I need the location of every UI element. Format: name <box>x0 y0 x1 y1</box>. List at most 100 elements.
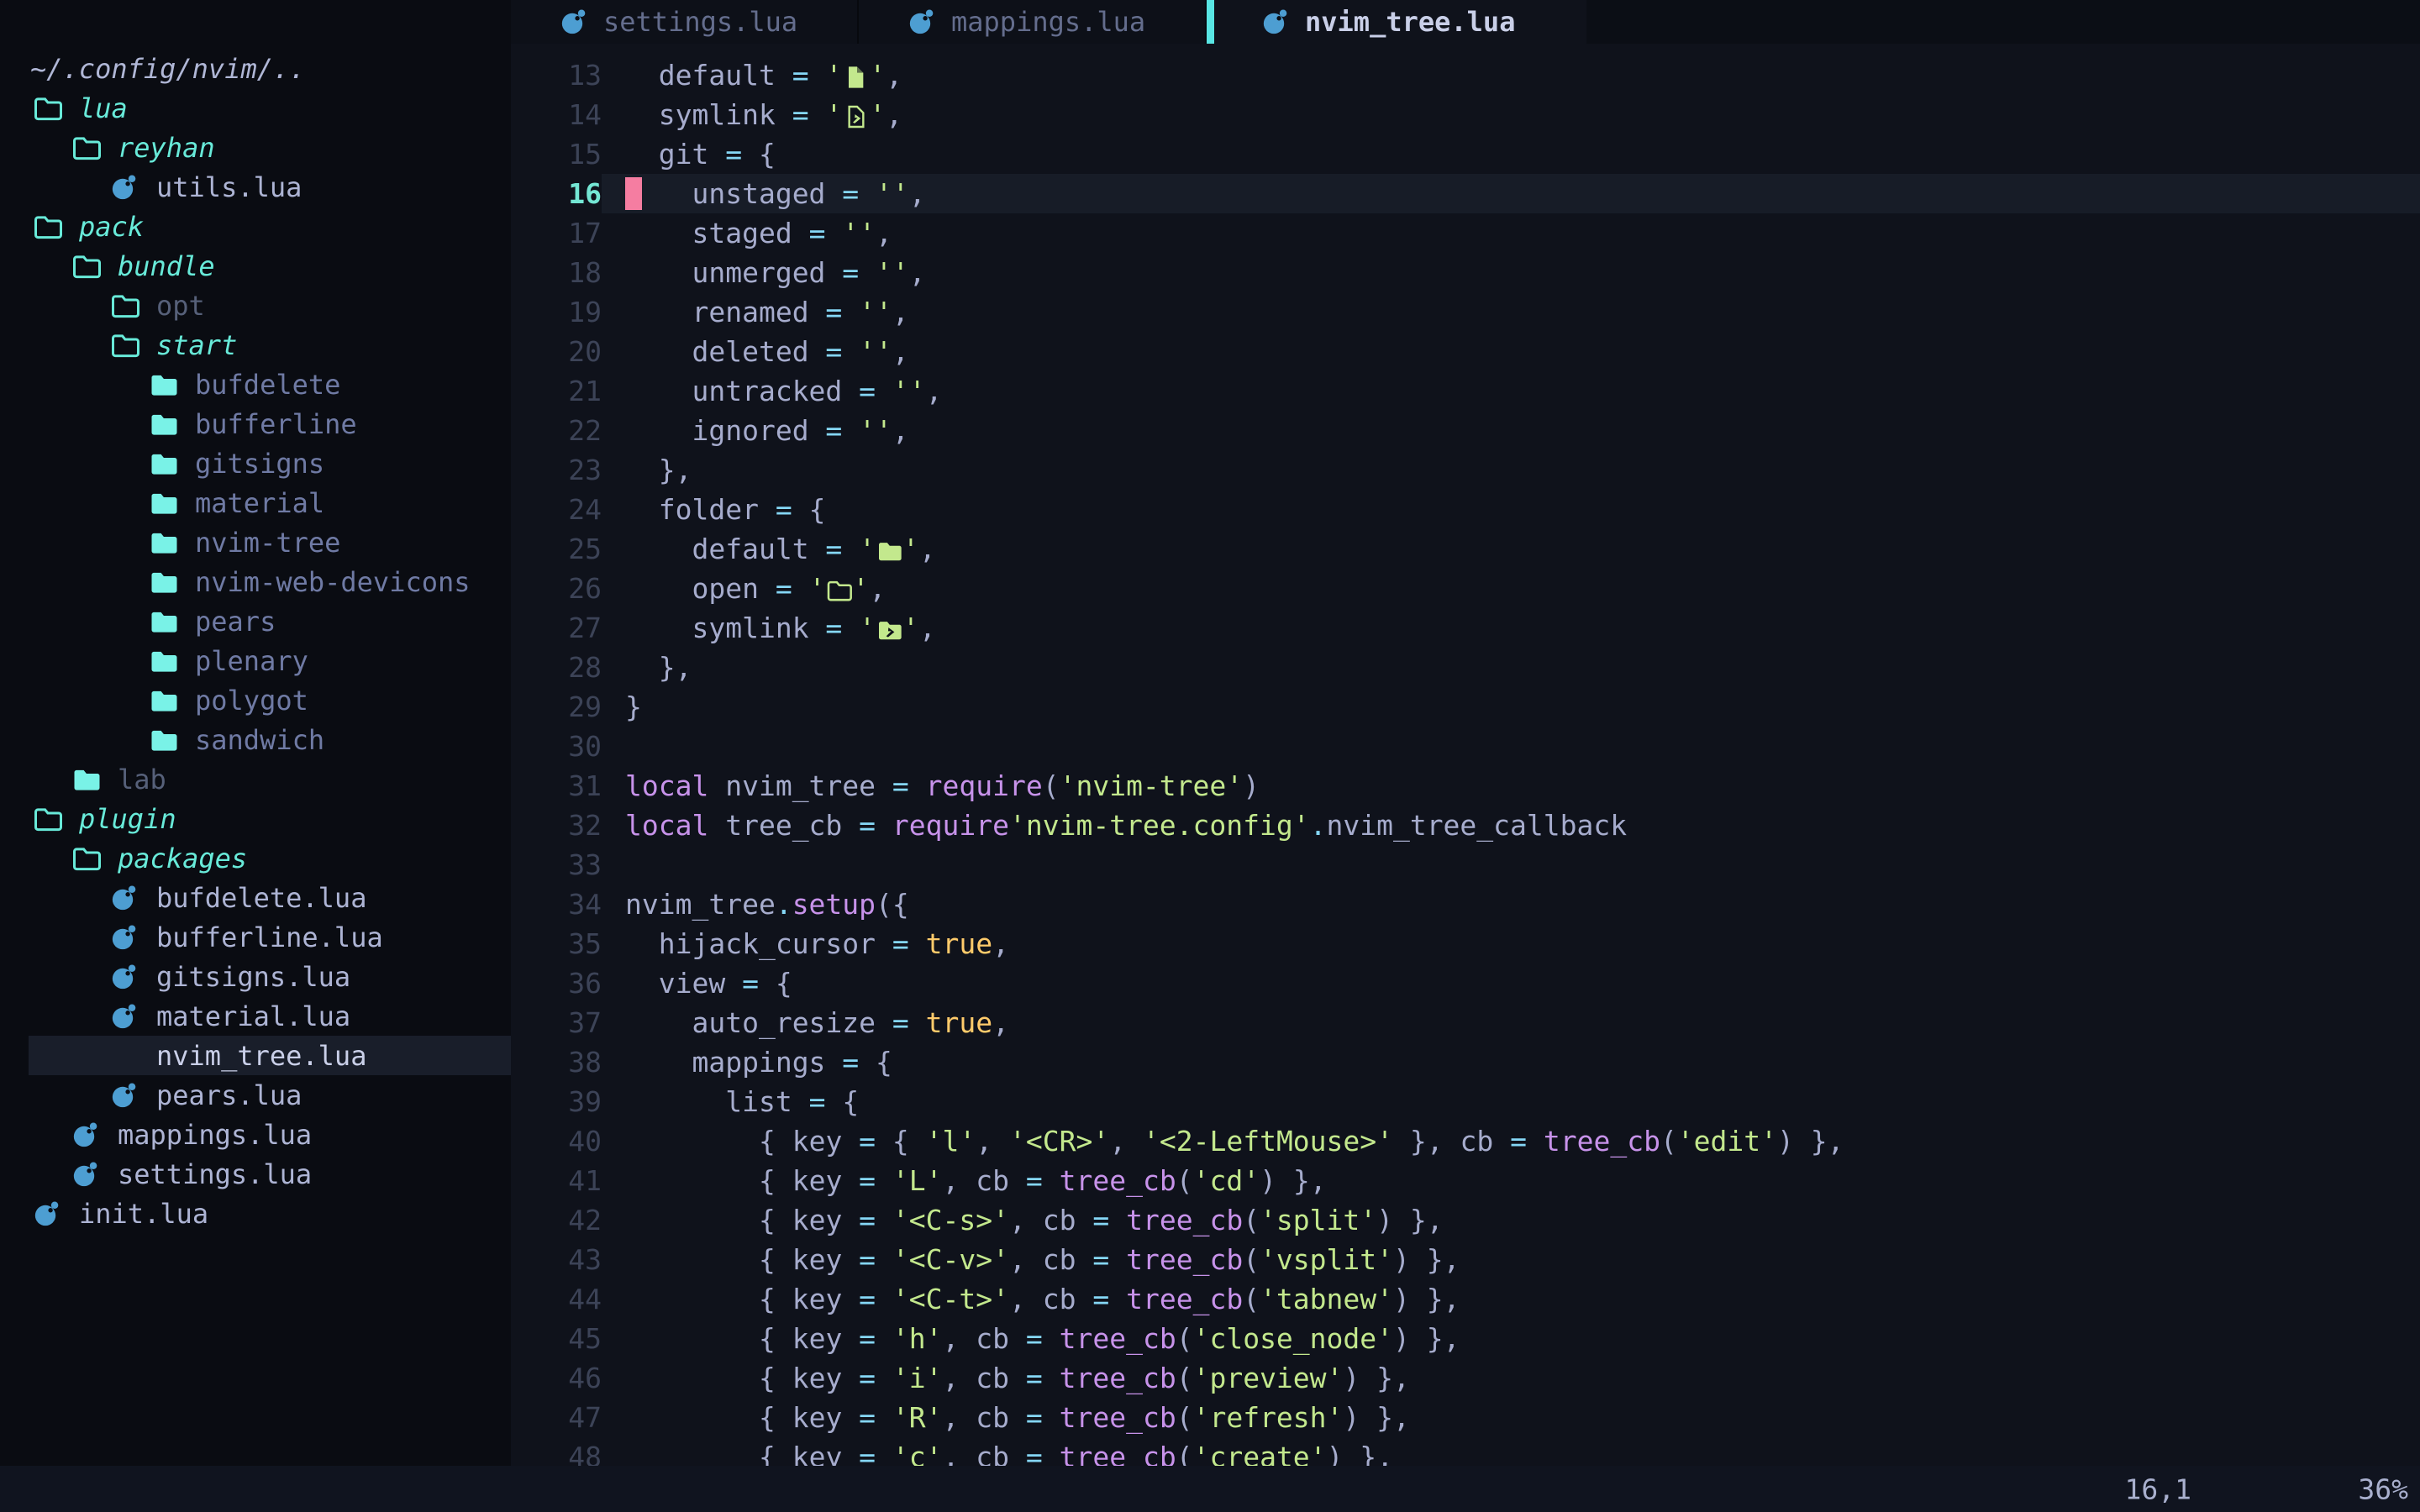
code-line-41[interactable]: 41 { key = 'L', cb = tree_cb('cd') }, <box>511 1161 2420 1200</box>
tree-item-settings.lua[interactable]: settings.lua <box>0 1154 511 1194</box>
tab-bar: settings.luamappings.luanvim_tree.lua <box>511 0 2420 44</box>
code-line-21[interactable]: 21 untracked = '', <box>511 371 2420 411</box>
code-line-text: hijack_cursor = true, <box>602 924 2420 963</box>
tree-item-mappings.lua[interactable]: mappings.lua <box>0 1115 511 1154</box>
file-tree-sidebar: ~/.config/nvim/..luareyhanutils.luapackb… <box>0 0 511 1466</box>
code-line-30[interactable]: 30 <box>511 727 2420 766</box>
code-line-23[interactable]: 23 }, <box>511 450 2420 490</box>
code-line-48[interactable]: 48 { key = 'c', cb = tree_cb('create') }… <box>511 1437 2420 1466</box>
code-line-40[interactable]: 40 { key = { 'l', '<CR>', '<2-LeftMouse>… <box>511 1121 2420 1161</box>
code-line-36[interactable]: 36 view = { <box>511 963 2420 1003</box>
code-line-14[interactable]: 14 symlink = '', <box>511 95 2420 134</box>
tree-item-bundle[interactable]: bundle <box>0 246 511 286</box>
folder-outline-icon <box>108 289 141 323</box>
tree-item-pears[interactable]: pears <box>0 601 511 641</box>
tree-item-plugin[interactable]: plugin <box>0 799 511 838</box>
tree-item-label: gitsigns <box>195 448 324 480</box>
tree-item-label: nvim-web-devicons <box>195 566 471 598</box>
line-number: 35 <box>511 924 602 963</box>
code-line-29[interactable]: 29} <box>511 687 2420 727</box>
code-line-25[interactable]: 25 default = '', <box>511 529 2420 569</box>
code-line-27[interactable]: 27 symlink = '', <box>511 608 2420 648</box>
editor-buffer[interactable]: 13 default = '',14 symlink = '',15 git =… <box>511 44 2420 1466</box>
tree-item-start[interactable]: start <box>0 325 511 365</box>
code-line-15[interactable]: 15 git = { <box>511 134 2420 174</box>
tree-item-sandwich[interactable]: sandwich <box>0 720 511 759</box>
folder-fill-icon <box>146 644 180 678</box>
code-line-33[interactable]: 33 <box>511 845 2420 885</box>
code-line-38[interactable]: 38 mappings = { <box>511 1042 2420 1082</box>
code-line-44[interactable]: 44 { key = '<C-t>', cb = tree_cb('tabnew… <box>511 1279 2420 1319</box>
tree-item-reyhan[interactable]: reyhan <box>0 128 511 167</box>
code-line-text: default = '', <box>602 55 2420 95</box>
code-line-16[interactable]: 16 unstaged = '', <box>511 174 2420 213</box>
code-line-text: nvim_tree.setup({ <box>602 885 2420 924</box>
code-line-22[interactable]: 22 ignored = '', <box>511 411 2420 450</box>
tab-mappings.lua[interactable]: mappings.lua <box>859 0 1207 44</box>
code-line-20[interactable]: 20 deleted = '', <box>511 332 2420 371</box>
tab-settings.lua[interactable]: settings.lua <box>511 0 859 44</box>
tree-item-packages[interactable]: packages <box>0 838 511 878</box>
tree-item-label: pears.lua <box>156 1079 302 1111</box>
lua-icon <box>69 1158 103 1191</box>
tree-item-bufferline[interactable]: bufferline <box>0 404 511 444</box>
tree-item-lab[interactable]: lab <box>0 759 511 799</box>
tree-item-polygot[interactable]: polygot <box>0 680 511 720</box>
code-line-35[interactable]: 35 hijack_cursor = true, <box>511 924 2420 963</box>
code-line-text: unstaged = '', <box>602 174 2420 213</box>
nvim-window: { "colors": { "editor_bg": "#0f121b", "s… <box>0 0 2420 1512</box>
code-line-text: list = { <box>602 1082 2420 1121</box>
code-line-24[interactable]: 24 folder = { <box>511 490 2420 529</box>
tree-item-label: material <box>195 487 324 519</box>
code-line-28[interactable]: 28 }, <box>511 648 2420 687</box>
status-bar: 16,1 36% <box>0 1466 2420 1512</box>
tab-nvim_tree.lua[interactable]: nvim_tree.lua <box>1207 0 1586 44</box>
tree-item-opt[interactable]: opt <box>0 286 511 325</box>
tree-item-label: start <box>156 329 237 361</box>
tree-item-nvim-web-devicons[interactable]: nvim-web-devicons <box>0 562 511 601</box>
code-line-32[interactable]: 32local tree_cb = require'nvim-tree.conf… <box>511 806 2420 845</box>
tree-item-init.lua[interactable]: init.lua <box>0 1194 511 1233</box>
tree-item-plenary[interactable]: plenary <box>0 641 511 680</box>
code-line-17[interactable]: 17 staged = '', <box>511 213 2420 253</box>
code-line-45[interactable]: 45 { key = 'h', cb = tree_cb('close_node… <box>511 1319 2420 1358</box>
code-line-19[interactable]: 19 renamed = '', <box>511 292 2420 332</box>
tree-item-pears.lua[interactable]: pears.lua <box>0 1075 511 1115</box>
code-line-47[interactable]: 47 { key = 'R', cb = tree_cb('refresh') … <box>511 1398 2420 1437</box>
line-number: 34 <box>511 885 602 924</box>
tree-item-material[interactable]: material <box>0 483 511 522</box>
code-line-43[interactable]: 43 { key = '<C-v>', cb = tree_cb('vsplit… <box>511 1240 2420 1279</box>
code-line-46[interactable]: 46 { key = 'i', cb = tree_cb('preview') … <box>511 1358 2420 1398</box>
code-line-text: } <box>602 687 2420 727</box>
line-number: 21 <box>511 371 602 411</box>
tree-item-label: plenary <box>195 645 308 677</box>
tree-item-bufdelete.lua[interactable]: bufdelete.lua <box>0 878 511 917</box>
code-line-13[interactable]: 13 default = '', <box>511 55 2420 95</box>
code-line-42[interactable]: 42 { key = '<C-s>', cb = tree_cb('split'… <box>511 1200 2420 1240</box>
tree-item-nvim-tree[interactable]: nvim-tree <box>0 522 511 562</box>
code-line-26[interactable]: 26 open = '', <box>511 569 2420 608</box>
code-lines: 13 default = '',14 symlink = '',15 git =… <box>511 44 2420 1466</box>
lua-icon <box>908 7 938 37</box>
tree-item-bufdelete[interactable]: bufdelete <box>0 365 511 404</box>
line-number: 29 <box>511 687 602 727</box>
code-line-34[interactable]: 34nvim_tree.setup({ <box>511 885 2420 924</box>
tree-item-lua[interactable]: lua <box>0 88 511 128</box>
code-line-37[interactable]: 37 auto_resize = true, <box>511 1003 2420 1042</box>
code-line-39[interactable]: 39 list = { <box>511 1082 2420 1121</box>
code-line-31[interactable]: 31local nvim_tree = require('nvim-tree') <box>511 766 2420 806</box>
code-line-text: { key = 'h', cb = tree_cb('close_node') … <box>602 1319 2420 1358</box>
line-number: 16 <box>511 174 602 213</box>
code-line-text: }, <box>602 648 2420 687</box>
tree-item-label: utils.lua <box>156 171 302 203</box>
code-line-text: { key = 'i', cb = tree_cb('preview') }, <box>602 1358 2420 1398</box>
tree-item-bufferline.lua[interactable]: bufferline.lua <box>0 917 511 957</box>
tree-item-nvim-tree.lua[interactable]: nvim_tree.lua <box>0 1036 511 1075</box>
code-line-18[interactable]: 18 unmerged = '', <box>511 253 2420 292</box>
tree-item-gitsigns.lua[interactable]: gitsigns.lua <box>0 957 511 996</box>
tree-item-pack[interactable]: pack <box>0 207 511 246</box>
tree-item-material.lua[interactable]: material.lua <box>0 996 511 1036</box>
tree-item-gitsigns[interactable]: gitsigns <box>0 444 511 483</box>
tree-item-~-.config-nvim-..[interactable]: ~/.config/nvim/.. <box>0 49 511 88</box>
tree-item-utils.lua[interactable]: utils.lua <box>0 167 511 207</box>
